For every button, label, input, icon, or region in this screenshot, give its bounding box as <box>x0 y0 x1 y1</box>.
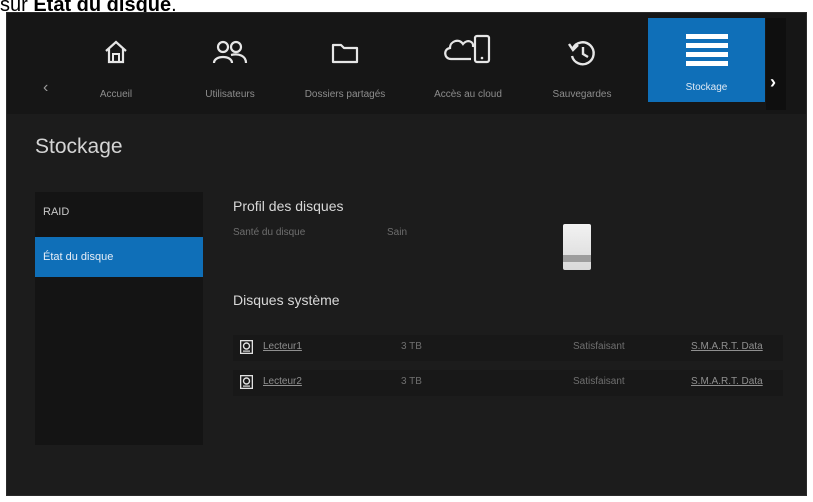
smart-data-link[interactable]: S.M.A.R.T. Data <box>691 376 763 387</box>
nav-next-arrow[interactable]: › <box>770 72 776 93</box>
storage-icon <box>685 34 728 66</box>
home-icon <box>105 40 127 64</box>
disk-status: Satisfaisant <box>573 376 625 387</box>
profile-title: Profil des disques <box>233 198 344 214</box>
nav-prev-arrow[interactable]: ‹ <box>43 79 48 97</box>
top-navigation: ‹ Accueil Utilisateurs Dossiers partagés <box>7 13 806 114</box>
sidebar-item-raid[interactable]: RAID <box>35 192 203 232</box>
disk-status: Satisfaisant <box>573 341 625 352</box>
folder-icon <box>331 43 359 64</box>
nav-label-sauvegardes: Sauvegardes <box>552 89 612 100</box>
sidebar-item-etat-disque[interactable]: État du disque <box>35 237 203 277</box>
nav-item-acces-cloud[interactable]: Accès au cloud <box>423 13 513 114</box>
app-window: ‹ Accueil Utilisateurs Dossiers partagés <box>6 12 807 496</box>
disk-device-image <box>563 224 591 270</box>
nav-label-dossiers-partages: Dossiers partagés <box>304 89 386 100</box>
nav-item-dossiers-partages[interactable]: Dossiers partagés <box>289 13 401 114</box>
disk-name-link[interactable]: Lecteur2 <box>263 376 302 387</box>
nav-item-utilisateurs[interactable]: Utilisateurs <box>195 13 265 114</box>
disk-health-label: Santé du disque <box>233 227 306 238</box>
nav-label-accueil: Accueil <box>99 89 133 100</box>
nav-item-sauvegardes[interactable]: Sauvegardes <box>544 13 620 114</box>
users-icon <box>212 40 248 64</box>
sidebar: RAID État du disque <box>35 192 203 445</box>
table-row: Lecteur2 3 TB Satisfaisant S.M.A.R.T. Da… <box>233 370 783 396</box>
drive-icon <box>240 340 253 354</box>
backup-icon <box>568 41 595 66</box>
disk-name-link[interactable]: Lecteur1 <box>263 341 302 352</box>
disk-size: 3 TB <box>401 341 422 352</box>
nav-item-stockage[interactable]: Stockage <box>648 18 765 102</box>
page-title: Stockage <box>35 135 123 158</box>
system-disks-title: Disques système <box>233 292 340 308</box>
disk-size: 3 TB <box>401 376 422 387</box>
nav-label-stockage: Stockage <box>685 82 728 93</box>
drive-icon <box>240 375 253 389</box>
table-row: Lecteur1 3 TB Satisfaisant S.M.A.R.T. Da… <box>233 335 783 361</box>
nav-label-utilisateurs: Utilisateurs <box>205 89 255 100</box>
smart-data-link[interactable]: S.M.A.R.T. Data <box>691 341 763 352</box>
nav-label-acces-cloud: Accès au cloud <box>434 89 502 100</box>
nav-right-band <box>766 18 786 110</box>
nav-item-accueil[interactable]: Accueil <box>75 13 157 114</box>
disk-health-value: Sain <box>387 227 408 238</box>
cloud-device-icon <box>444 34 491 64</box>
